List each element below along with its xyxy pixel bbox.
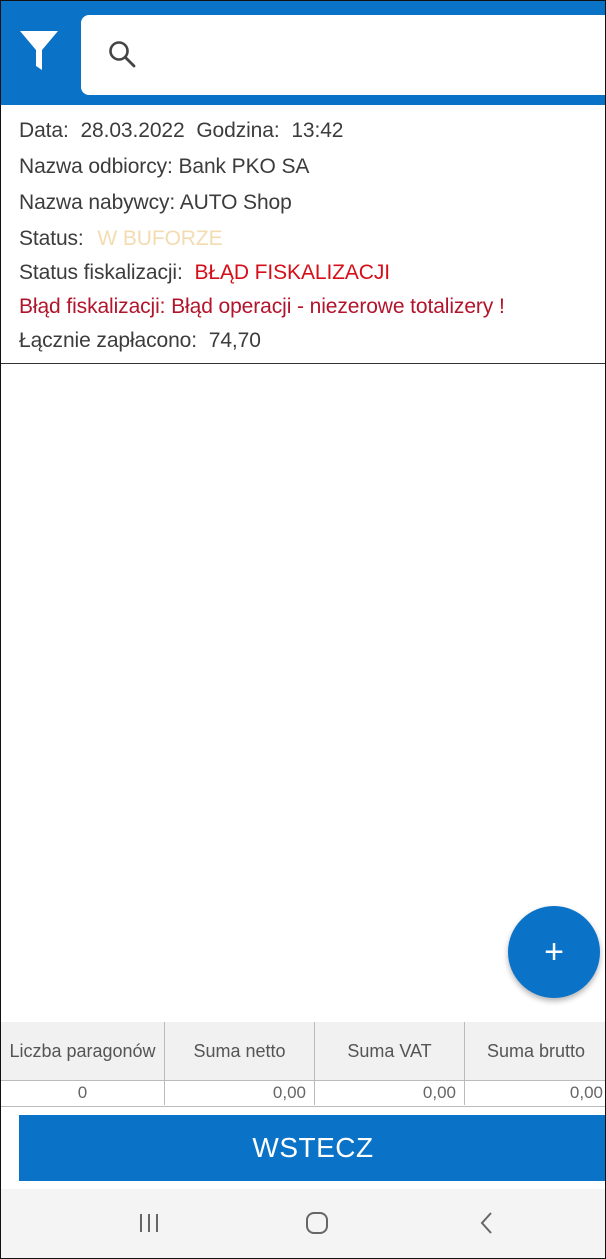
app-screen: Data: 28.03.2022 Godzina: 13:42 Nazwa od… [0,0,606,1259]
buyer-value: AUTO Shop [179,191,292,214]
value-receipt-count: 0 [1,1080,165,1105]
header-receipt-count: Liczba paragonów [1,1022,165,1080]
date-label: Data: [19,119,69,142]
back-icon [480,1212,492,1234]
value-vat-sum: 0,00 [315,1080,465,1105]
total-paid-row: Łącznie zapłacono: 74,70 [19,329,261,353]
system-nav-bar [1,1189,605,1258]
value-gross-sum: 0,00 [569,1083,603,1102]
fiscal-error-message: Błąd fiskalizacji: Błąd operacji - nieze… [19,295,505,318]
header-vat-sum: Suma VAT [315,1022,465,1080]
total-paid-label: Łącznie zapłacono: [19,329,197,352]
status-row: Status: W BUFORZE [19,227,223,251]
home-icon [306,1212,328,1234]
fiscal-status-label: Status fiskalizacji: [19,261,183,284]
recipient-row: Nazwa odbiorcy: Bank PKO SA [19,155,309,179]
time-label: Godzina: [196,119,280,142]
summary-table: Liczba paragonów Suma netto Suma VAT Sum… [1,1022,605,1107]
home-button[interactable] [287,1203,347,1243]
recent-apps-button[interactable] [119,1203,179,1243]
date-value: 28.03.2022 [80,119,185,142]
header-gross-sum: Suma brutto [486,1041,586,1061]
filter-icon [20,31,58,70]
buyer-row: Nazwa nabywcy: AUTO Shop [19,191,292,215]
fiscal-status-value: BŁĄD FISKALIZACJI [194,261,391,284]
add-button[interactable]: + [508,906,600,998]
search-box[interactable] [81,15,605,95]
recipient-label: Nazwa odbiorcy: [19,155,173,178]
value-net-sum: 0,00 [165,1080,315,1105]
receipt-info: Data: 28.03.2022 Godzina: 13:42 Nazwa od… [1,105,605,364]
recent-apps-icon [140,1214,158,1232]
search-input[interactable] [151,29,595,83]
top-bar [1,1,605,105]
date-row: Data: 28.03.2022 Godzina: 13:42 [19,119,343,143]
search-icon [109,41,136,68]
time-value: 13:42 [291,119,344,142]
back-nav-button[interactable] [457,1203,517,1243]
total-paid-value: 74,70 [208,329,261,352]
summary-values: 0 0,00 0,00 0,00 [1,1080,605,1105]
recipient-value: Bank PKO SA [178,155,310,178]
plus-icon: + [544,932,564,971]
back-button[interactable]: WSTECZ [19,1115,605,1181]
status-label: Status: [19,227,84,250]
status-value: W BUFORZE [97,227,223,250]
summary-header: Liczba paragonów Suma netto Suma VAT Sum… [1,1022,605,1081]
header-net-sum: Suma netto [165,1022,315,1080]
fiscal-status-row: Status fiskalizacji: BŁĄD FISKALIZACJI [19,261,390,285]
buyer-label: Nazwa nabywcy: [19,191,176,214]
filter-button[interactable] [9,21,69,81]
